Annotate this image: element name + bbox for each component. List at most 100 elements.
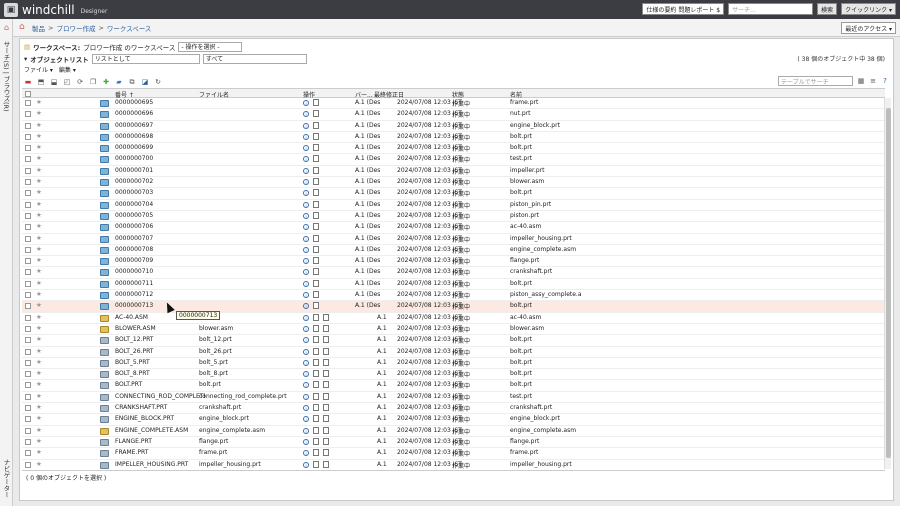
table-row[interactable]: ★ 0000000707 i A.1 (Des 2024/07/08 12:03 JST… (22, 234, 885, 245)
edit-menu[interactable]: 編集 ▾ (59, 65, 76, 75)
document-icon[interactable] (323, 392, 329, 400)
document-icon[interactable] (313, 121, 319, 129)
table-row[interactable]: ★ BOLT.PRT bolt.prt i A.1 2024/07/08 12:03 JS… (22, 380, 885, 392)
document-icon[interactable] (313, 257, 319, 265)
info-icon[interactable]: i (303, 325, 309, 332)
cell-number[interactable]: BOLT_5.PRT (115, 359, 205, 366)
cell-number[interactable]: BLOWER.ASM (115, 325, 205, 332)
row-checkbox[interactable] (25, 246, 31, 253)
favorite-star-icon[interactable]: ★ (36, 324, 42, 332)
cell-number[interactable]: FLANGE.PRT (115, 438, 205, 445)
document-icon[interactable] (323, 437, 329, 445)
favorite-star-icon[interactable]: ★ (36, 347, 42, 355)
row-checkbox[interactable] (25, 122, 31, 129)
row-checkbox[interactable] (25, 427, 31, 434)
cell-number[interactable]: 0000000713 (115, 302, 205, 309)
favorite-star-icon[interactable]: ★ (36, 166, 42, 174)
table-row[interactable]: ★ 0000000703 i A.1 (Des 2024/07/08 12:03 JST… (22, 188, 885, 200)
row-checkbox[interactable] (25, 416, 31, 423)
document-icon[interactable] (313, 381, 319, 389)
cell-number[interactable]: 0000000698 (115, 133, 205, 140)
favorite-star-icon[interactable]: ★ (36, 403, 42, 411)
document-icon[interactable] (313, 313, 319, 321)
document-icon[interactable] (313, 347, 319, 355)
document-icon[interactable] (313, 460, 319, 468)
search-button[interactable]: 検索 (817, 3, 838, 15)
row-checkbox[interactable] (25, 325, 31, 332)
favorite-star-icon[interactable]: ★ (36, 369, 42, 377)
info-icon[interactable]: i (303, 258, 309, 265)
info-icon[interactable]: i (303, 167, 309, 174)
table-row[interactable]: ★ 0000000713 i A.1 (Des 2024/07/08 12:03 JST… (22, 301, 885, 313)
table-row[interactable]: ★ IMPELLER_HOUSING.PRT impeller_housing.pr… (22, 460, 885, 469)
cell-number[interactable]: BOLT_12.PRT (115, 336, 205, 343)
favorite-star-icon[interactable]: ★ (36, 177, 42, 185)
document-icon[interactable] (313, 336, 319, 344)
cell-number[interactable]: 0000000705 (115, 212, 205, 219)
rail-navigator[interactable]: ナビゲーター (2, 459, 11, 498)
vertical-scrollbar[interactable] (884, 98, 891, 469)
document-icon[interactable] (313, 302, 319, 310)
document-icon[interactable] (313, 99, 319, 106)
cell-number[interactable]: CRANKSHAFT.PRT (115, 404, 205, 411)
info-icon[interactable]: i (303, 461, 309, 468)
favorite-star-icon[interactable]: ★ (36, 188, 42, 196)
info-icon[interactable]: i (303, 100, 309, 106)
row-checkbox[interactable] (25, 212, 31, 219)
recent-access-button[interactable]: 最近のアクセス ▾ (841, 22, 896, 34)
document-icon[interactable] (313, 144, 319, 152)
info-icon[interactable]: i (303, 416, 309, 423)
table-row[interactable]: ★ 0000000696 i A.1 (Des 2024/07/08 12:03 JST… (22, 109, 885, 121)
cell-number[interactable]: 0000000701 (115, 167, 205, 174)
table-row[interactable]: ★ BOLT_26.PRT bolt_26.prt i A.1 2024/07/08 12… (22, 347, 885, 358)
folder-icon[interactable]: ▰ (115, 78, 123, 86)
table-row[interactable]: ★ BOLT_5.PRT bolt_5.prt i A.1 2024/07/08 12:0… (22, 358, 885, 370)
row-checkbox[interactable] (25, 303, 31, 310)
table-row[interactable]: ★ 0000000701 i A.1 (Des 2024/07/08 12:03 JST… (22, 166, 885, 178)
refresh-icon[interactable]: ↻ (154, 78, 162, 86)
quicklinks-button[interactable]: クイックリンク ▾ (841, 3, 896, 15)
scrollbar-thumb[interactable] (886, 108, 891, 458)
document-icon[interactable] (323, 347, 329, 355)
cell-number[interactable]: CONNECTING_ROD_COMPLETE.P (115, 393, 205, 400)
collapse-icon[interactable]: ▾ (24, 55, 27, 63)
info-icon[interactable]: i (303, 246, 309, 253)
favorite-star-icon[interactable]: ★ (36, 437, 42, 445)
check-in-icon[interactable]: ⬒ (37, 78, 45, 86)
table-row[interactable]: ★ 0000000704 i A.1 (Des 2024/07/08 12:03 JST… (22, 200, 885, 211)
copy-icon[interactable]: ❐ (89, 78, 97, 86)
favorite-star-icon[interactable]: ★ (36, 256, 42, 264)
favorite-star-icon[interactable]: ★ (36, 222, 42, 230)
info-icon[interactable]: i (303, 450, 309, 457)
info-icon[interactable]: i (303, 314, 309, 321)
document-icon[interactable] (313, 166, 319, 174)
cell-number[interactable]: 0000000703 (115, 189, 205, 196)
row-checkbox[interactable] (25, 269, 31, 276)
favorite-star-icon[interactable]: ★ (36, 143, 42, 151)
favorite-star-icon[interactable]: ★ (36, 290, 42, 298)
document-icon[interactable] (313, 437, 319, 445)
table-row[interactable]: ★ 0000000709 i A.1 (Des 2024/07/08 12:03 JST… (22, 256, 885, 268)
document-icon[interactable] (313, 279, 319, 287)
workspace-action-select[interactable]: - 操作を選択 - (178, 41, 243, 52)
row-checkbox[interactable] (25, 224, 31, 231)
table-row[interactable]: ★ 0000000697 i A.1 (Des 2024/07/08 12:03 JST… (22, 121, 885, 132)
favorite-star-icon[interactable]: ★ (36, 154, 42, 162)
info-icon[interactable]: i (303, 133, 309, 140)
document-icon[interactable] (313, 392, 319, 400)
breadcrumb-item[interactable]: ワークスペース (107, 23, 152, 33)
favorite-star-icon[interactable]: ★ (36, 392, 42, 400)
document-icon[interactable] (313, 211, 319, 219)
info-icon[interactable]: i (303, 269, 309, 276)
document-icon[interactable] (313, 370, 319, 378)
chart-icon[interactable]: ◪ (141, 78, 149, 86)
table-row[interactable]: ★ 0000000705 i A.1 (Des 2024/07/08 12:03 JST… (22, 211, 885, 223)
table-row[interactable]: ★ BOLT_8.PRT bolt_8.prt i A.1 2024/07/08 12:0… (22, 369, 885, 381)
table-row[interactable]: ★ BOLT_12.PRT bolt_12.prt i A.1 2024/07/08 12… (22, 335, 885, 347)
row-checkbox[interactable] (25, 393, 31, 400)
document-icon[interactable] (313, 268, 319, 276)
table-row[interactable]: ★ 0000000699 i A.1 (Des 2024/07/08 12:03 JST… (22, 143, 885, 155)
favorite-star-icon[interactable]: ★ (36, 426, 42, 434)
document-icon[interactable] (313, 358, 319, 366)
info-icon[interactable]: i (303, 280, 309, 287)
